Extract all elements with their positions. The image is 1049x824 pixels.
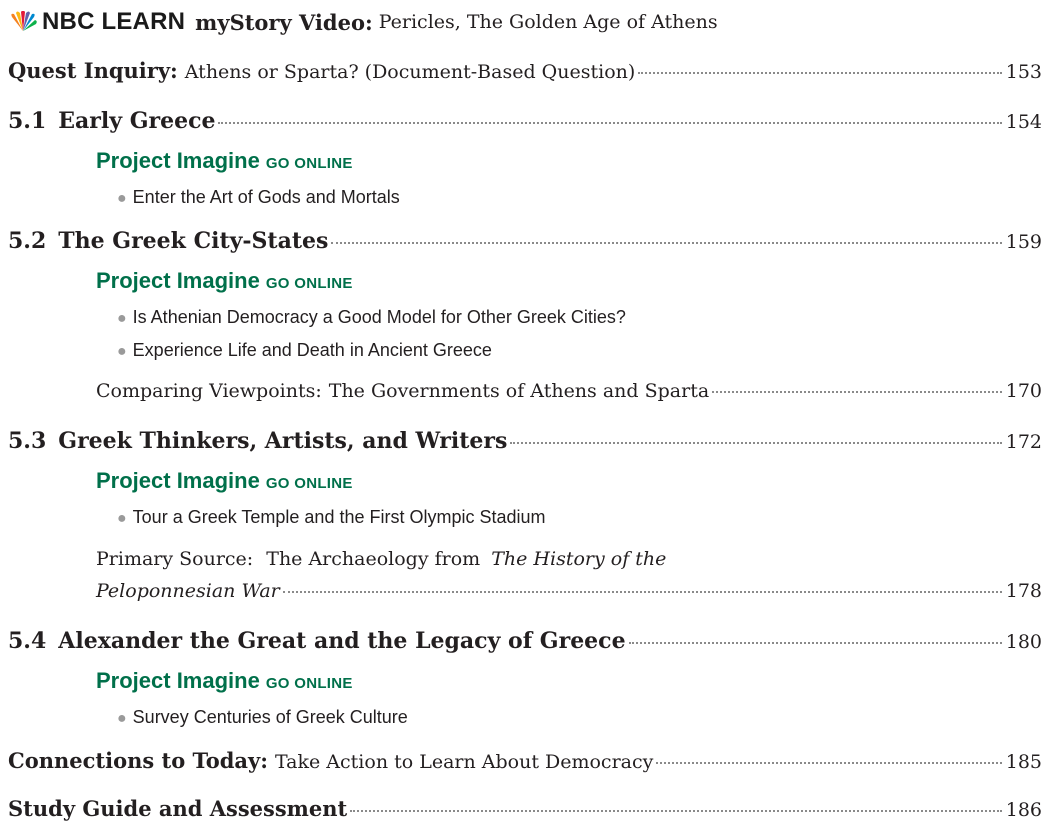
feature-text: The Archaeology from xyxy=(266,548,481,570)
bullet-dot-icon: ● xyxy=(117,343,127,360)
list-item[interactable]: ● Experience Life and Death in Ancient Gr… xyxy=(117,340,492,361)
project-imagine-5-2[interactable]: Project Imagine GO ONLINE xyxy=(96,268,353,294)
bullet-text: Survey Centuries of Greek Culture xyxy=(132,707,408,727)
project-imagine-label: Project Imagine xyxy=(96,148,260,173)
mystory-label: myStory Video: xyxy=(195,9,373,35)
connections-label: Connections to Today: xyxy=(8,748,268,773)
bullet-dot-icon: ● xyxy=(117,190,127,207)
project-imagine-label: Project Imagine xyxy=(96,668,260,693)
list-item[interactable]: ● Tour a Greek Temple and the First Olymp… xyxy=(117,507,546,528)
lesson-title: The Greek City-States xyxy=(58,228,329,254)
list-item[interactable]: ● Enter the Art of Gods and Mortals xyxy=(117,187,400,208)
leader-dots xyxy=(510,442,1002,444)
leader-dots xyxy=(656,762,1002,764)
toc-row-study-guide[interactable]: Study Guide and Assessment 186 xyxy=(8,796,1042,821)
primary-source-line-1[interactable]: Primary Source: The Archaeology from The… xyxy=(96,548,666,570)
page-number: 186 xyxy=(1005,799,1042,821)
toc-row-lesson-5-2[interactable]: 5.2 The Greek City-States 159 xyxy=(8,228,1042,254)
feature-label: Primary Source: xyxy=(96,548,254,570)
bullet-dot-icon: ● xyxy=(117,510,127,527)
lesson-number: 5.4 xyxy=(8,628,47,654)
lesson-title: Early Greece xyxy=(58,108,216,134)
feature-text: The Governments of Athens and Sparta xyxy=(328,380,710,402)
lesson-number: 5.2 xyxy=(8,228,47,254)
mystory-title[interactable]: Pericles, The Golden Age of Athens xyxy=(379,11,718,33)
quest-label: Quest Inquiry: xyxy=(8,58,178,83)
list-item[interactable]: ● Survey Centuries of Greek Culture xyxy=(117,707,408,728)
toc-row-primary-source[interactable]: Peloponnesian War 178 xyxy=(96,580,1042,602)
go-online-label: GO ONLINE xyxy=(265,275,353,292)
list-item[interactable]: ● Is Athenian Democracy a Good Model for … xyxy=(117,307,626,328)
toc-row-quest[interactable]: Quest Inquiry: Athens or Sparta? (Docume… xyxy=(8,58,1042,83)
mystory-header: NBC LEARN myStory Video: Pericles, The G… xyxy=(8,8,718,36)
page-number: 159 xyxy=(1005,231,1042,253)
leader-dots xyxy=(350,810,1002,812)
nbc-learn-logo: NBC LEARN xyxy=(42,8,186,35)
toc-row-lesson-5-1[interactable]: 5.1 Early Greece 154 xyxy=(8,108,1042,134)
study-guide-label: Study Guide and Assessment xyxy=(8,796,348,821)
leader-dots xyxy=(628,642,1002,644)
toc-row-connections[interactable]: Connections to Today: Take Action to Lea… xyxy=(8,748,1042,773)
go-online-label: GO ONLINE xyxy=(265,155,353,172)
leader-dots xyxy=(282,591,1002,593)
project-imagine-label: Project Imagine xyxy=(96,268,260,293)
feature-italic-title: The History of the xyxy=(491,548,667,570)
connections-text: Take Action to Learn About Democracy xyxy=(274,751,654,773)
bullet-text: Tour a Greek Temple and the First Olympi… xyxy=(132,507,546,527)
toc-row-lesson-5-3[interactable]: 5.3 Greek Thinkers, Artists, and Writers… xyxy=(8,428,1042,454)
toc-row-lesson-5-4[interactable]: 5.4 Alexander the Great and the Legacy o… xyxy=(8,628,1042,654)
toc-row-comparing-viewpoints[interactable]: Comparing Viewpoints: The Governments of… xyxy=(96,380,1042,402)
quest-text: Athens or Sparta? (Document-Based Questi… xyxy=(184,61,636,83)
bullet-text: Experience Life and Death in Ancient Gre… xyxy=(132,340,492,360)
page-number: 180 xyxy=(1005,631,1042,653)
leader-dots xyxy=(638,72,1002,74)
page-number: 178 xyxy=(1005,580,1042,602)
leader-dots xyxy=(712,391,1002,393)
page-number: 185 xyxy=(1005,751,1042,773)
lesson-number: 5.1 xyxy=(8,108,47,134)
project-imagine-5-3[interactable]: Project Imagine GO ONLINE xyxy=(96,468,353,494)
leader-dots xyxy=(218,122,1002,124)
go-online-label: GO ONLINE xyxy=(265,675,353,692)
page-number: 170 xyxy=(1005,380,1042,402)
nbc-peacock-icon xyxy=(8,11,38,33)
lesson-title: Alexander the Great and the Legacy of Gr… xyxy=(58,628,626,654)
lesson-title: Greek Thinkers, Artists, and Writers xyxy=(58,428,508,454)
project-imagine-label: Project Imagine xyxy=(96,468,260,493)
bullet-dot-icon: ● xyxy=(117,310,127,327)
leader-dots xyxy=(331,242,1002,244)
page-number: 154 xyxy=(1005,111,1042,133)
project-imagine-5-1[interactable]: Project Imagine GO ONLINE xyxy=(96,148,353,174)
feature-italic-title: Peloponnesian War xyxy=(96,580,280,602)
bullet-text: Is Athenian Democracy a Good Model for O… xyxy=(132,307,626,327)
feature-label: Comparing Viewpoints: xyxy=(96,380,322,402)
bullet-text: Enter the Art of Gods and Mortals xyxy=(132,187,400,207)
page-number: 172 xyxy=(1005,431,1042,453)
go-online-label: GO ONLINE xyxy=(265,475,353,492)
bullet-dot-icon: ● xyxy=(117,710,127,727)
lesson-number: 5.3 xyxy=(8,428,47,454)
page-number: 153 xyxy=(1005,61,1042,83)
project-imagine-5-4[interactable]: Project Imagine GO ONLINE xyxy=(96,668,353,694)
